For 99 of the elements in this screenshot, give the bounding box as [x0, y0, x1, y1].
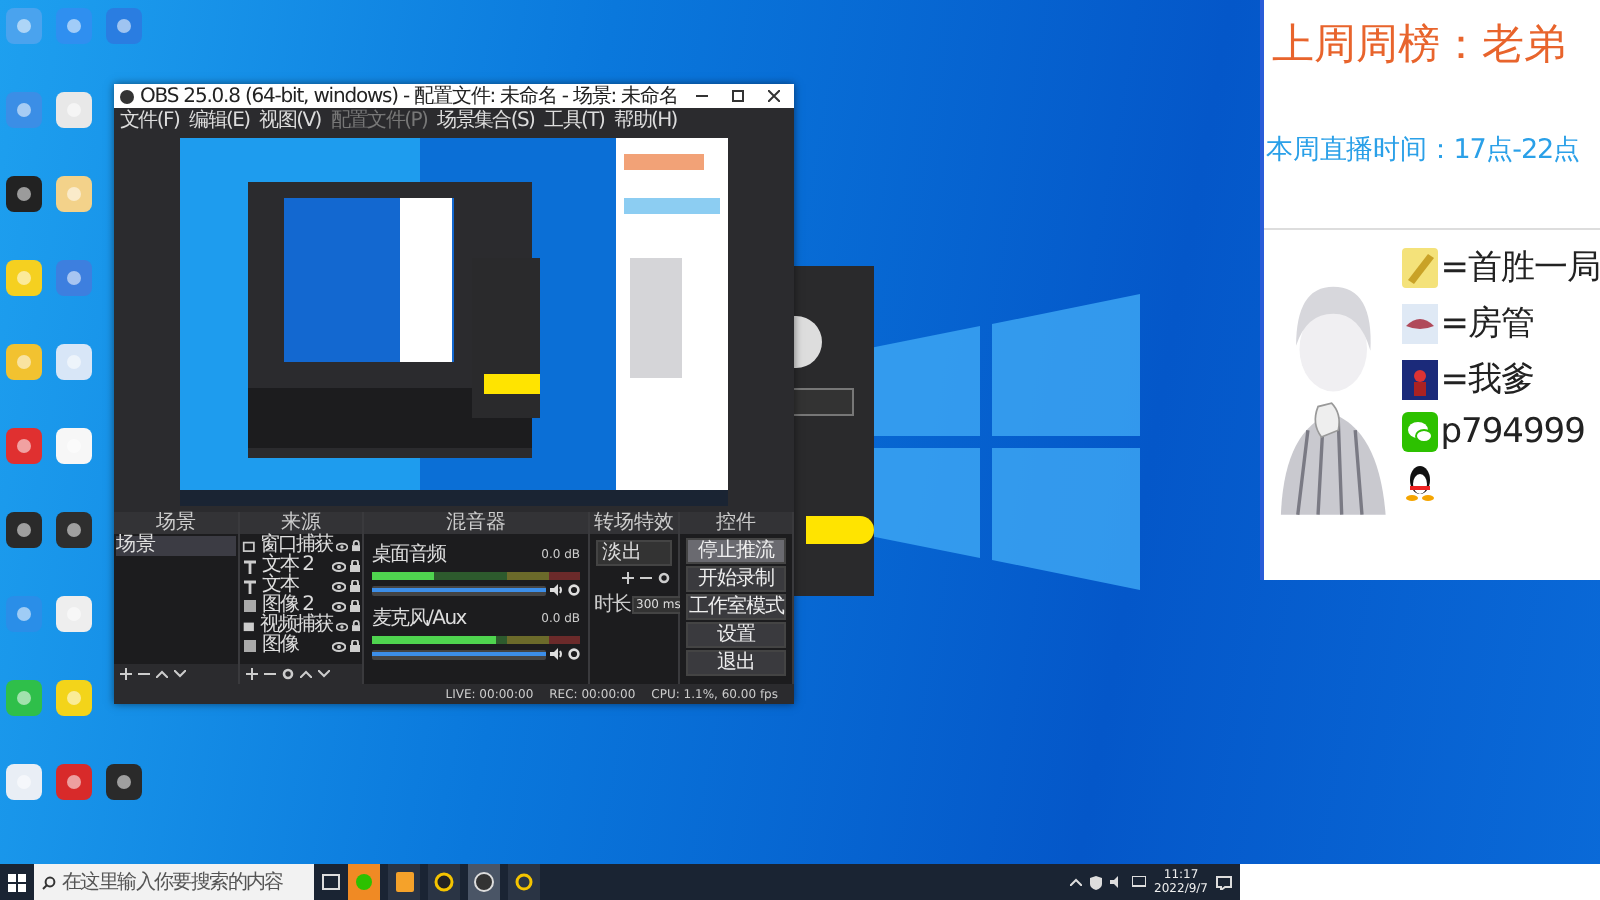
- dock-title: 转场特效: [590, 512, 678, 534]
- start-icon[interactable]: [8, 873, 26, 891]
- up-icon[interactable]: [156, 670, 168, 678]
- login-button[interactable]: [806, 516, 874, 544]
- scene-item[interactable]: 场景: [116, 536, 236, 556]
- search-field[interactable]: 在这里输入你要搜索的内容: [34, 864, 314, 900]
- badge-label: =我爹: [1440, 358, 1534, 402]
- desktop-shortcut-icon[interactable]: [6, 764, 42, 800]
- control-button[interactable]: 停止推流: [686, 538, 786, 564]
- penguin-icon: [1402, 462, 1439, 502]
- notification-icon[interactable]: [1216, 875, 1232, 889]
- ranking-title: 上周周榜：老弟: [1270, 18, 1568, 72]
- badge-label: =首胜一局: [1440, 246, 1600, 290]
- down-icon[interactable]: [174, 670, 186, 678]
- settings-icon[interactable]: [568, 648, 580, 660]
- down-icon[interactable]: [318, 670, 330, 678]
- medal-icon: [1402, 247, 1439, 287]
- source-item[interactable]: 窗口捕获: [259, 536, 332, 556]
- desktop-shortcut-icon[interactable]: [56, 512, 92, 548]
- lock-icon[interactable]: [350, 560, 360, 572]
- lock-icon[interactable]: [350, 580, 360, 592]
- control-button[interactable]: 开始录制: [686, 566, 786, 592]
- dock-title: 来源: [240, 512, 362, 534]
- settings-icon[interactable]: [568, 584, 580, 596]
- ring-app-icon[interactable]: [428, 864, 460, 900]
- desktop-shortcut-icon[interactable]: [56, 176, 92, 212]
- up-icon[interactable]: [300, 670, 312, 678]
- desktop-shortcut-icon[interactable]: [56, 92, 92, 128]
- eye-icon[interactable]: [332, 601, 346, 611]
- search-icon: [42, 875, 56, 889]
- menu-item[interactable]: 视图(V): [259, 106, 321, 134]
- source-item[interactable]: 文本 2: [262, 556, 328, 576]
- source-item[interactable]: 图像: [262, 636, 328, 656]
- menu-item[interactable]: 文件(F): [120, 106, 180, 134]
- maximize-icon[interactable]: [732, 90, 744, 102]
- avatar-icon: [794, 316, 822, 368]
- speaker-icon[interactable]: [550, 648, 564, 660]
- desktop-shortcut-icon[interactable]: [6, 512, 42, 548]
- menu-item[interactable]: 编辑(E): [189, 106, 250, 134]
- desktop-shortcut-icon[interactable]: [56, 680, 92, 716]
- channel-name: 麦克风/Aux: [372, 605, 466, 632]
- channel-name: 桌面音频: [372, 541, 446, 568]
- dock-title: 控件: [680, 512, 792, 534]
- source-item[interactable]: 文本: [262, 576, 328, 596]
- lock-icon[interactable]: [351, 540, 360, 552]
- desktop-shortcut-icon[interactable]: [6, 176, 42, 212]
- app-icon: [120, 89, 134, 103]
- add-icon[interactable]: [622, 572, 634, 584]
- network-icon[interactable]: [1132, 876, 1147, 888]
- desktop-shortcut-icon[interactable]: [106, 764, 142, 800]
- figure-icon: [1402, 359, 1439, 399]
- desktop-shortcut-icon[interactable]: [56, 764, 92, 800]
- eye-icon[interactable]: [332, 641, 346, 651]
- eye-icon[interactable]: [335, 621, 348, 631]
- menu-item[interactable]: 帮助(H): [614, 106, 677, 134]
- settings-icon[interactable]: [658, 572, 670, 584]
- window-source-icon: [242, 538, 256, 554]
- wechat-icon: [1402, 412, 1439, 452]
- shield-icon[interactable]: [1090, 875, 1103, 889]
- desktop-shortcut-icon[interactable]: [56, 428, 92, 464]
- badge-label: =房管: [1440, 302, 1534, 346]
- desktop-shortcut-icon[interactable]: [56, 596, 92, 632]
- image-source-icon: [242, 638, 258, 654]
- schedule-text: 本周直播时间：17点-22点: [1266, 132, 1582, 168]
- menu-item[interactable]: 工具(T): [544, 106, 605, 134]
- eye-icon[interactable]: [332, 581, 346, 591]
- transition-select[interactable]: 淡出: [596, 540, 672, 566]
- source-item[interactable]: 图像 2: [262, 596, 328, 616]
- window-title: OBS 25.0.8 (64-bit, windows) - 配置文件: 未命名 - 场景: 未命名: [140, 83, 680, 109]
- control-button[interactable]: 设置: [686, 622, 786, 648]
- add-icon[interactable]: [246, 668, 258, 680]
- lock-icon[interactable]: [351, 620, 360, 632]
- dock-title: 混音器: [364, 512, 588, 534]
- minimize-icon[interactable]: [696, 94, 708, 98]
- lock-icon[interactable]: [350, 640, 360, 652]
- lock-icon[interactable]: [350, 600, 360, 612]
- source-item[interactable]: 视频捕获: [259, 616, 332, 636]
- camera-source-icon: [242, 618, 256, 634]
- image-source-icon: [242, 598, 258, 614]
- bird-icon: [1402, 303, 1439, 343]
- speaker-icon[interactable]: [550, 584, 564, 596]
- input-field[interactable]: [790, 388, 854, 416]
- eye-icon[interactable]: [332, 561, 346, 571]
- notes-app-icon[interactable]: [388, 864, 420, 900]
- task-view-icon[interactable]: [322, 874, 340, 890]
- duration-label: 时长: [594, 591, 630, 618]
- menu-item[interactable]: 场景集合(S): [437, 106, 535, 134]
- desktop-shortcut-icon[interactable]: [56, 344, 92, 380]
- badge-label: p794999: [1440, 412, 1585, 452]
- add-icon[interactable]: [120, 668, 132, 680]
- settings-icon[interactable]: [282, 668, 294, 680]
- dock-title: 场景: [114, 512, 238, 534]
- text-source-icon: [242, 558, 258, 574]
- eye-icon[interactable]: [335, 541, 348, 551]
- close-icon[interactable]: [768, 90, 780, 102]
- ring-app-icon[interactable]: [508, 864, 540, 900]
- control-button[interactable]: 退出: [686, 650, 786, 676]
- control-button[interactable]: 工作室模式: [686, 594, 786, 620]
- text-source-icon: [242, 578, 258, 594]
